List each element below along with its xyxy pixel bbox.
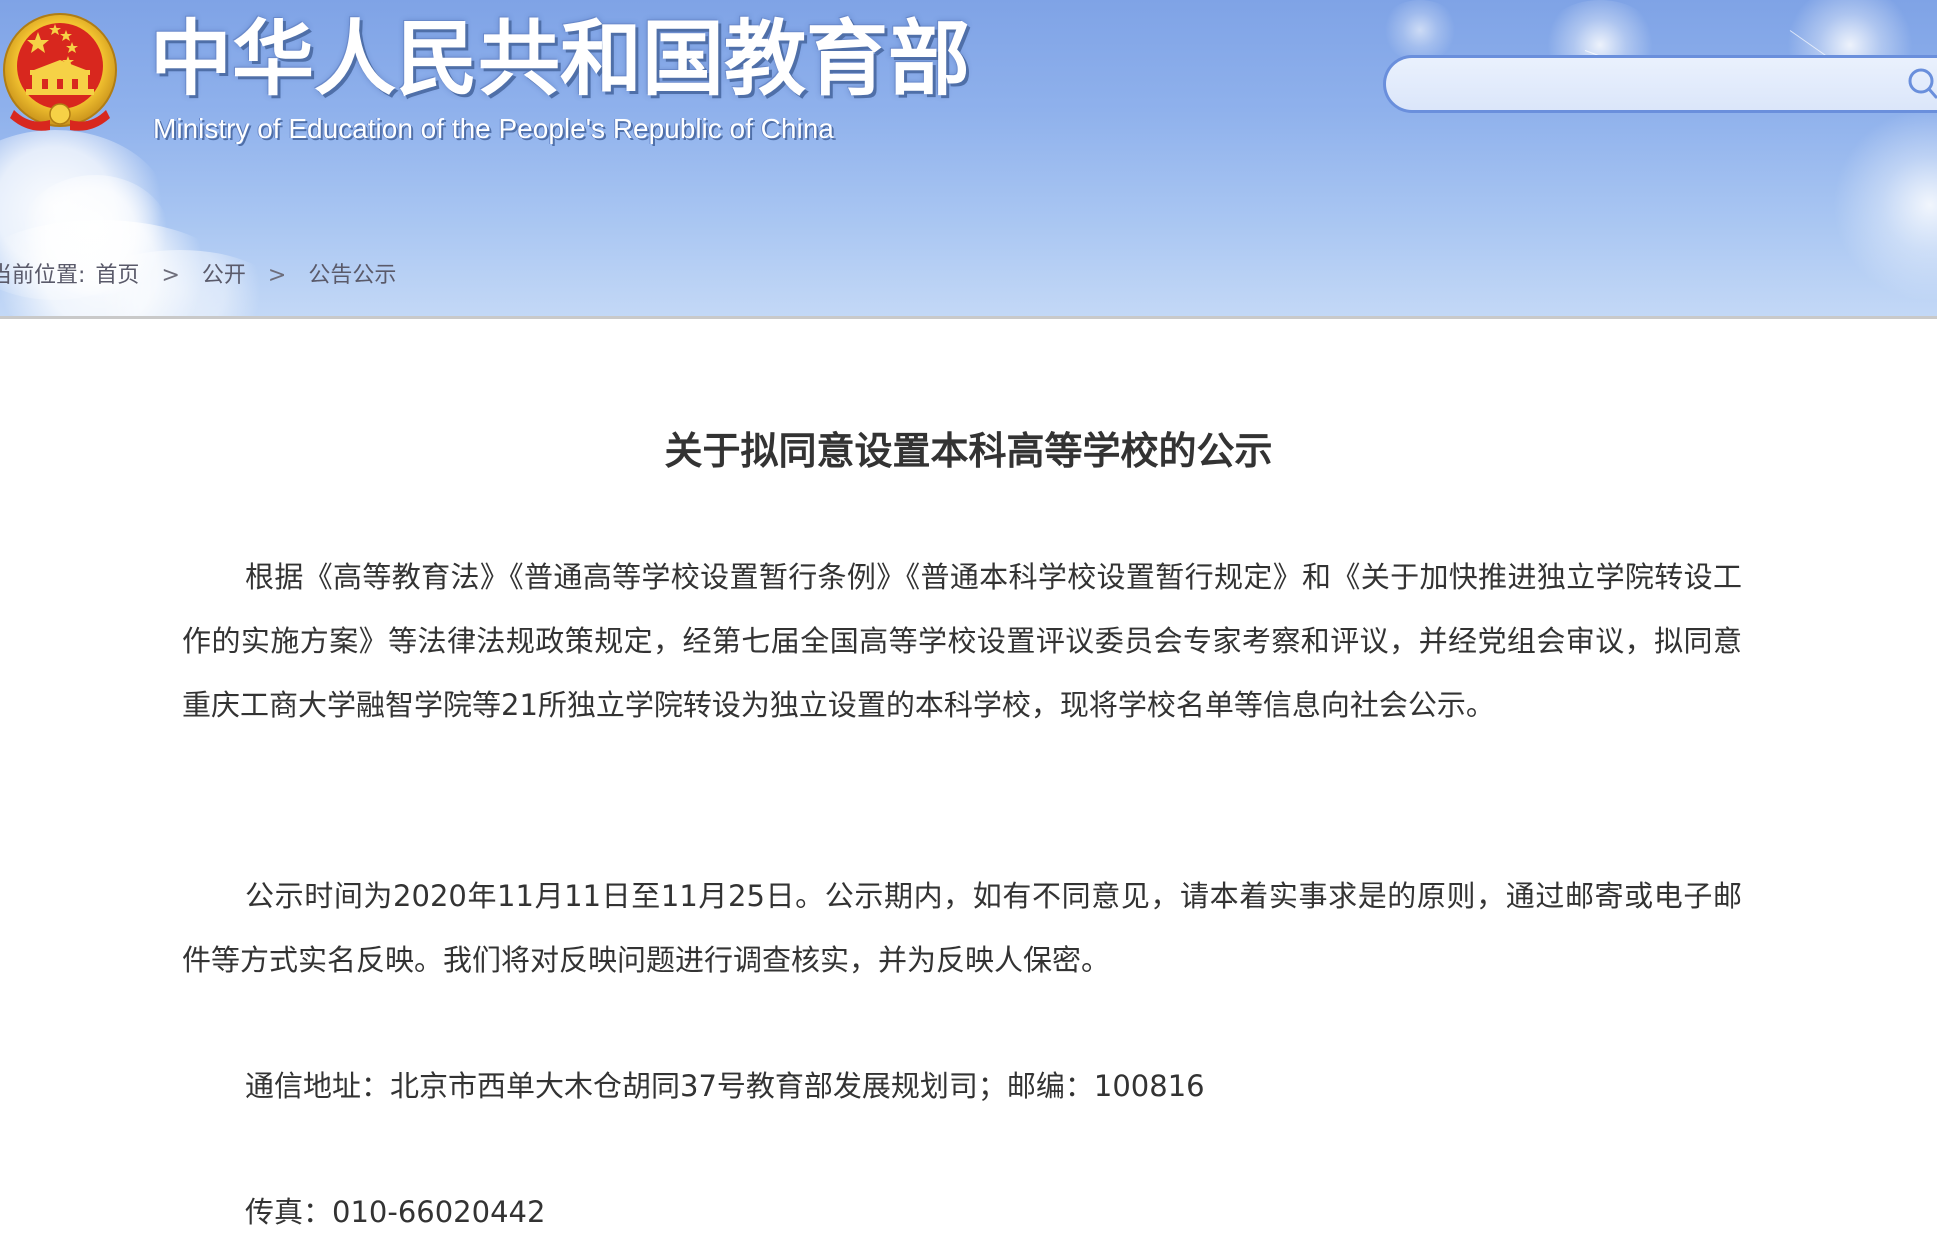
breadcrumb-separator: > bbox=[267, 263, 287, 288]
article-paragraph: 根据《高等教育法》《普通高等学校设置暂行条例》《普通本科学校设置暂行规定》和《关… bbox=[182, 560, 1742, 722]
breadcrumb-item-home[interactable]: 首页 bbox=[95, 263, 139, 288]
breadcrumb-item-announcements[interactable]: 公告公示 bbox=[308, 263, 396, 288]
search-icon[interactable] bbox=[1905, 66, 1937, 102]
article-contact-address: 通信地址：北京市西单大木仓胡同37号教育部发展规划司；邮编：100816 bbox=[245, 1069, 1205, 1103]
dandelion-decoration bbox=[1830, 110, 1937, 300]
breadcrumb-label: 当前位置: bbox=[0, 263, 86, 288]
site-header: 中华人民共和国教育部 Ministry of Education of the … bbox=[0, 0, 1937, 316]
ministry-name-en: Ministry of Education of the People's Re… bbox=[153, 113, 834, 144]
dandelion-decoration bbox=[1380, 0, 1460, 60]
ministry-name-cn: 中华人民共和国教育部 bbox=[150, 12, 971, 107]
breadcrumb: 当前位置: 首页 > 公开 > 公告公示 bbox=[0, 258, 396, 294]
article-contact-fax: 传真：010-66020442 bbox=[245, 1195, 546, 1229]
breadcrumb-item-public[interactable]: 公开 bbox=[202, 263, 246, 288]
breadcrumb-separator: > bbox=[161, 263, 180, 288]
article-paragraph: 公示时间为2020年11月11日至11月25日。公示期内，如有不同意见，请本着实… bbox=[182, 879, 1742, 977]
search-box bbox=[1383, 55, 1937, 113]
national-emblem-icon bbox=[3, 13, 117, 131]
search-input[interactable] bbox=[1410, 66, 1934, 106]
article-title: 关于拟同意设置本科高等学校的公示 bbox=[664, 429, 1273, 473]
header-divider bbox=[0, 316, 1937, 319]
page: 中华人民共和国教育部 Ministry of Education of the … bbox=[0, 0, 1937, 1246]
